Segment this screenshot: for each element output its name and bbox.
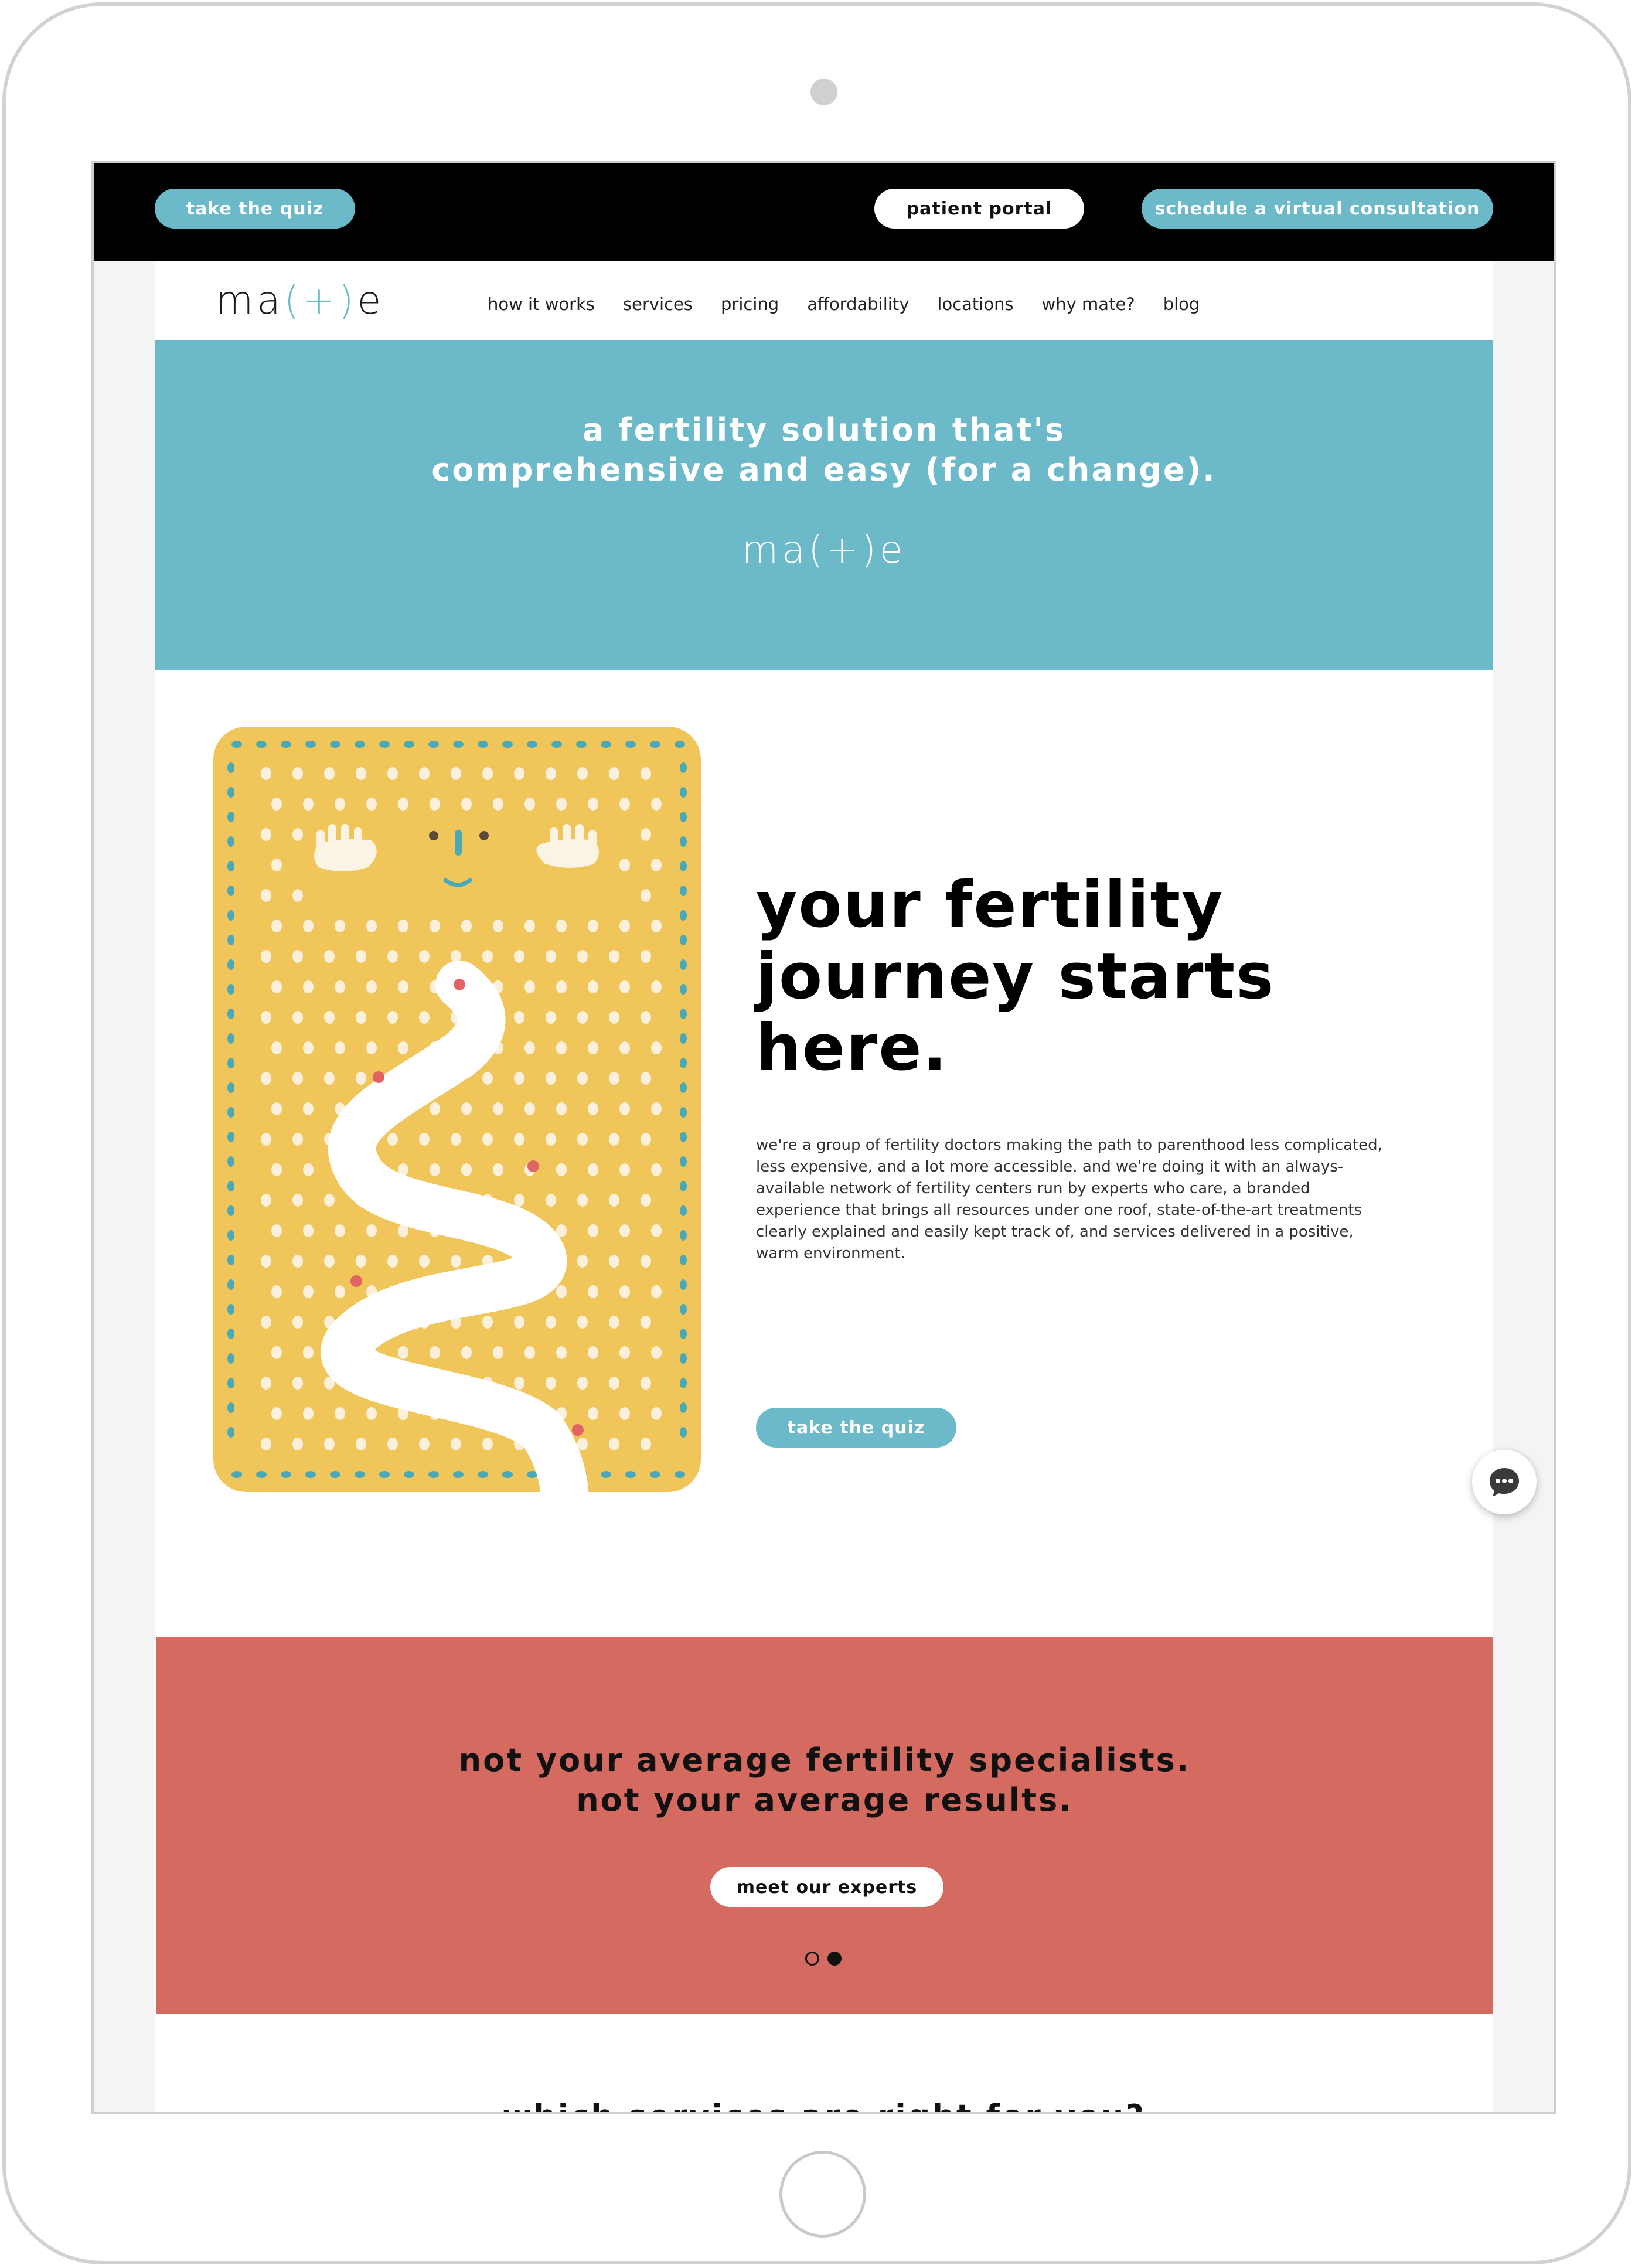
chat-button[interactable]	[1472, 1450, 1537, 1514]
hero-title-line-1: a fertility solution that's	[582, 411, 1066, 448]
hero-title: a fertility solution that's comprehensiv…	[155, 410, 1493, 490]
experts-banner: not your average fertility specialists. …	[156, 1637, 1493, 2014]
brand-logo[interactable]: ma(+)e	[216, 278, 384, 323]
take-quiz-button[interactable]: take the quiz	[756, 1408, 956, 1448]
page-content: ma(+)e how it works services pricing aff…	[155, 261, 1493, 2112]
logo-accent: (+)	[284, 278, 357, 323]
journey-title-line-3: here.	[756, 1012, 948, 1085]
camera-dot	[810, 79, 837, 105]
journey-description: we're a group of fertility doctors makin…	[756, 1136, 1382, 1262]
journey-illustration	[213, 727, 701, 1492]
web-page: take the quiz patient portal schedule a …	[94, 163, 1554, 2112]
hero-title-line-2: comprehensive and easy (for a change).	[431, 451, 1217, 488]
nav-blog[interactable]: blog	[1163, 294, 1200, 314]
hero-banner: a fertility solution that's comprehensiv…	[155, 340, 1493, 670]
experts-title: not your average fertility specialists. …	[156, 1741, 1493, 1820]
take-quiz-top-button[interactable]: take the quiz	[155, 189, 355, 229]
schedule-consultation-button[interactable]: schedule a virtual consultation	[1142, 189, 1493, 229]
chat-bubble-icon	[1490, 1468, 1519, 1497]
hero-logo: ma(+)e	[741, 529, 907, 572]
services-title: which services are right for you?	[155, 2098, 1493, 2112]
meet-experts-button[interactable]: meet our experts	[710, 1867, 943, 1907]
journey-title-line-1: your fertility	[756, 869, 1224, 942]
main-nav: how it works services pricing affordabil…	[488, 294, 1200, 314]
nav-why-mate[interactable]: why mate?	[1042, 294, 1135, 314]
nav-services[interactable]: services	[623, 294, 693, 314]
slide-indicator	[805, 1952, 842, 1966]
patient-portal-button[interactable]: patient portal	[874, 189, 1084, 229]
journey-illustration-svg	[227, 741, 687, 1492]
screen: take the quiz patient portal schedule a …	[91, 161, 1556, 2114]
journey-title: your fertility journey starts here.	[756, 870, 1401, 1084]
tablet-frame: take the quiz patient portal schedule a …	[2, 2, 1631, 2264]
nav-pricing[interactable]: pricing	[721, 294, 779, 314]
home-button[interactable]	[779, 2151, 866, 2238]
slide-dot-2[interactable]	[827, 1952, 842, 1966]
slide-dot-1[interactable]	[805, 1952, 819, 1966]
nav-locations[interactable]: locations	[937, 294, 1013, 314]
winding-path	[321, 961, 589, 1492]
nav-how-it-works[interactable]: how it works	[488, 294, 595, 314]
logo-prefix: ma	[216, 278, 284, 323]
experts-title-line-2: not your average results.	[576, 1782, 1073, 1819]
experts-title-line-1: not your average fertility specialists.	[458, 1742, 1191, 1779]
nav-affordability[interactable]: affordability	[807, 294, 909, 314]
top-bar: take the quiz patient portal schedule a …	[94, 163, 1554, 261]
logo-suffix: e	[357, 278, 385, 323]
journey-title-line-2: journey starts	[756, 940, 1275, 1013]
